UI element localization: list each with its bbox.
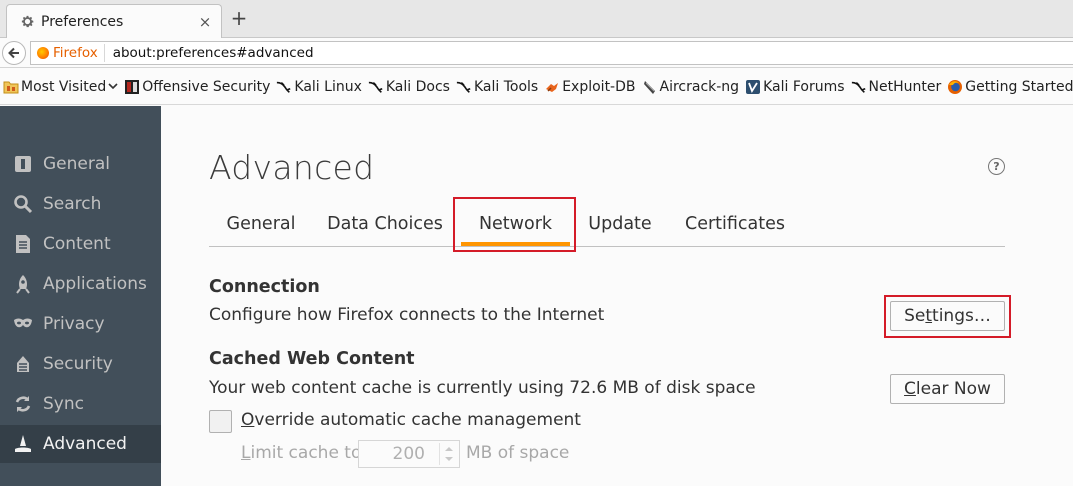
preferences-main: Advanced ? General Data Choices Network … bbox=[161, 106, 1073, 486]
privacy-mask-icon bbox=[12, 313, 34, 335]
navigation-bar: Firefox about:preferences#advanced bbox=[0, 38, 1073, 68]
chevron-up-icon[interactable] bbox=[440, 443, 457, 454]
advanced-tabs: General Data Choices Network Update Cert… bbox=[209, 202, 1005, 247]
close-tab-icon[interactable]: × bbox=[195, 13, 215, 31]
bookmark-kali-tools[interactable]: Kali Tools bbox=[456, 79, 538, 95]
kali-forums-icon bbox=[745, 79, 761, 95]
sidebar-item-advanced[interactable]: Advanced bbox=[0, 425, 161, 463]
cache-size-stepper[interactable]: 200 bbox=[358, 440, 460, 468]
sidebar-item-applications[interactable]: Applications bbox=[0, 265, 161, 303]
tab-update[interactable]: Update bbox=[574, 202, 666, 246]
sidebar-item-search[interactable]: Search bbox=[0, 185, 161, 223]
search-icon bbox=[12, 193, 34, 215]
identity-label: Firefox bbox=[53, 45, 98, 61]
bookmark-getting-started[interactable]: Getting Started bbox=[947, 79, 1073, 95]
advanced-wizard-icon bbox=[12, 433, 34, 455]
cache-size-value: 200 bbox=[392, 444, 425, 464]
sidebar-item-general[interactable]: General bbox=[0, 145, 161, 183]
gear-icon bbox=[19, 14, 35, 30]
sidebar-item-sync[interactable]: Sync bbox=[0, 385, 161, 423]
security-icon bbox=[12, 353, 34, 375]
chevron-down-icon[interactable] bbox=[440, 454, 457, 465]
applications-icon bbox=[12, 273, 34, 295]
tab-title: Preferences bbox=[41, 13, 124, 30]
bookmark-kali-docs[interactable]: Kali Docs bbox=[368, 79, 450, 95]
bookmarks-toolbar: Most Visited Offensive Security Kali Lin… bbox=[0, 69, 1073, 105]
cache-usage-description: Your web content cache is currently usin… bbox=[209, 378, 756, 398]
limit-cache-label: Limit cache to bbox=[241, 443, 362, 463]
connection-description: Configure how Firefox connects to the In… bbox=[209, 305, 605, 325]
limit-cache-unit: MB of space bbox=[466, 443, 570, 463]
bookmark-kali-forums[interactable]: Kali Forums bbox=[745, 79, 845, 95]
bookmark-exploit-db[interactable]: Exploit-DB bbox=[544, 79, 636, 95]
kali-dragon-icon bbox=[368, 79, 384, 95]
bookmark-kali-linux[interactable]: Kali Linux bbox=[276, 79, 362, 95]
sync-icon bbox=[12, 393, 34, 415]
cache-heading: Cached Web Content bbox=[209, 349, 415, 369]
help-icon[interactable]: ? bbox=[988, 158, 1005, 175]
bookmark-nethunter[interactable]: NetHunter bbox=[851, 79, 941, 95]
url-bar[interactable]: Firefox about:preferences#advanced bbox=[30, 41, 1073, 65]
aircrack-icon bbox=[642, 79, 658, 95]
override-cache-label[interactable]: Override automatic cache management bbox=[241, 410, 581, 430]
tab-data-choices[interactable]: Data Choices bbox=[313, 202, 457, 246]
firefox-icon bbox=[947, 79, 963, 95]
exploit-db-icon bbox=[544, 79, 560, 95]
connection-heading: Connection bbox=[209, 277, 320, 297]
highlight-box-settings bbox=[884, 295, 1011, 338]
back-arrow-icon bbox=[8, 47, 19, 59]
url-text[interactable]: about:preferences#advanced bbox=[105, 45, 314, 61]
site-identity[interactable]: Firefox bbox=[31, 44, 105, 62]
preferences-sidebar: General Search Content Applications Priv… bbox=[0, 106, 161, 486]
tab-certificates[interactable]: Certificates bbox=[669, 202, 801, 246]
bookmark-most-visited[interactable]: Most Visited bbox=[3, 79, 118, 95]
content-icon bbox=[12, 233, 34, 255]
chevron-down-icon bbox=[108, 80, 118, 93]
offsec-icon bbox=[124, 79, 140, 95]
stepper-arrows[interactable] bbox=[439, 443, 457, 465]
general-icon bbox=[12, 153, 34, 175]
bookmark-aircrack-ng[interactable]: Aircrack-ng bbox=[642, 79, 739, 95]
sidebar-item-content[interactable]: Content bbox=[0, 225, 161, 263]
page-title: Advanced bbox=[209, 148, 375, 187]
firefox-icon bbox=[37, 47, 49, 59]
browser-tab-preferences[interactable]: Preferences × bbox=[6, 4, 222, 38]
folder-icon bbox=[3, 79, 19, 95]
clear-cache-button[interactable]: Clear Now bbox=[890, 374, 1005, 404]
kali-dragon-icon bbox=[276, 79, 292, 95]
override-cache-checkbox[interactable] bbox=[209, 410, 232, 433]
kali-dragon-icon bbox=[851, 79, 867, 95]
tab-general[interactable]: General bbox=[209, 202, 313, 246]
new-tab-button[interactable]: + bbox=[228, 6, 250, 30]
bookmark-offensive-security[interactable]: Offensive Security bbox=[124, 79, 270, 95]
sidebar-item-privacy[interactable]: Privacy bbox=[0, 305, 161, 343]
sidebar-item-security[interactable]: Security bbox=[0, 345, 161, 383]
highlight-box-network bbox=[453, 197, 576, 252]
tab-strip: Preferences × + bbox=[0, 0, 1073, 38]
back-button[interactable] bbox=[2, 41, 26, 65]
kali-dragon-icon bbox=[456, 79, 472, 95]
